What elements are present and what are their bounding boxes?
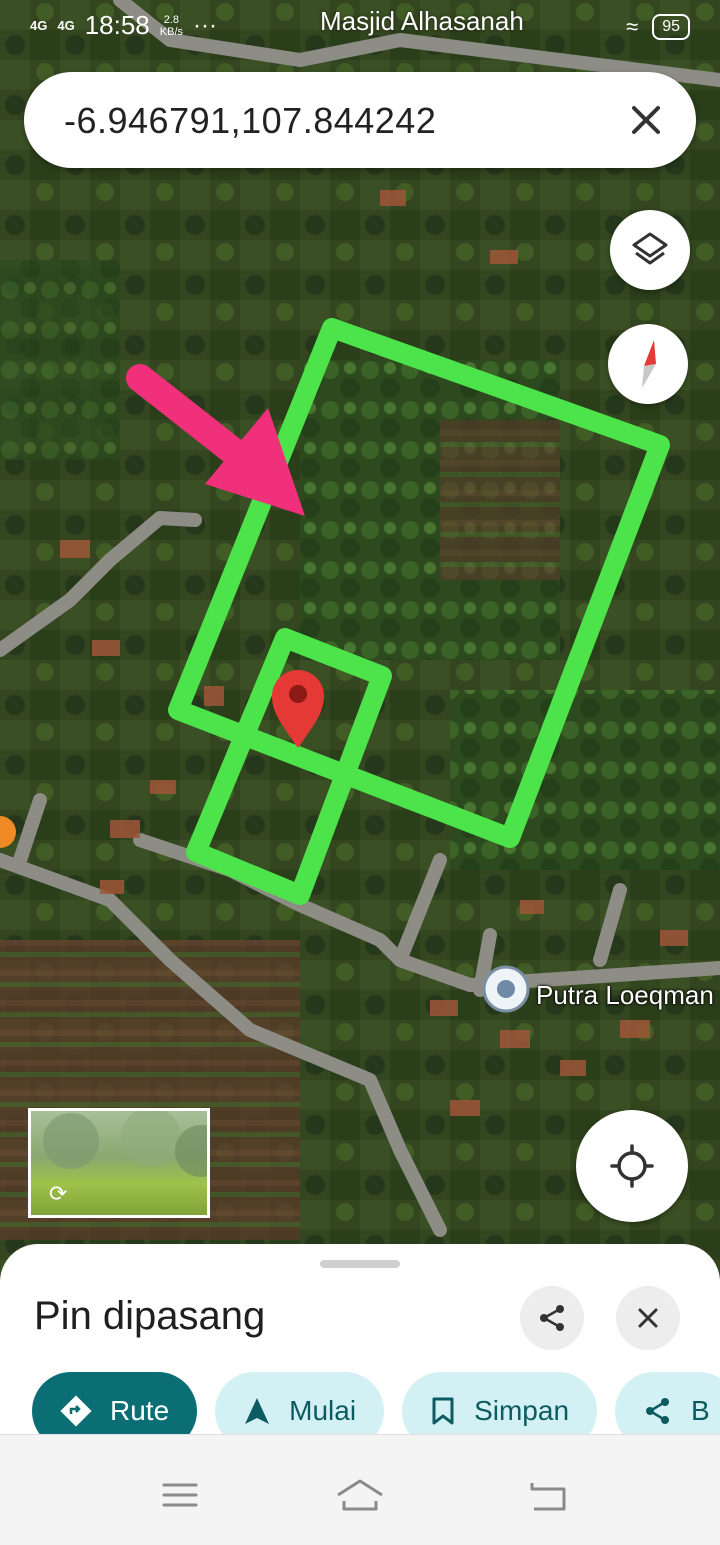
sheet-drag-handle[interactable] (320, 1260, 400, 1268)
save-label: Simpan (474, 1395, 570, 1426)
compass-icon (642, 340, 656, 388)
close-sheet-button[interactable] (616, 1286, 680, 1350)
rotate-360-icon: ⟳ (49, 1181, 68, 1206)
start-label: Mulai (289, 1395, 357, 1426)
status-time: 18:58 (84, 10, 150, 40)
close-icon (638, 1308, 658, 1328)
bookmark-icon (432, 1397, 454, 1425)
directions-icon (60, 1395, 92, 1427)
wifi-icon: ≈ (626, 14, 639, 39)
my-location-button[interactable] (576, 1110, 688, 1222)
menu-icon[interactable] (150, 1475, 210, 1515)
network-indicator-2: 4G (57, 18, 75, 33)
network-speed: 2.8 KB/s (159, 13, 183, 38)
compass-button[interactable] (608, 324, 688, 404)
place-title: Pin dipasang (34, 1294, 266, 1338)
clear-search-button[interactable] (624, 98, 668, 142)
place-marker-icon[interactable] (482, 965, 530, 1013)
place-label[interactable]: Putra Loeqman (536, 980, 714, 1011)
network-indicator-1: 4G (30, 18, 48, 33)
status-bar: 4G 4G 18:58 2.8 KB/s ··· Masjid Alhasana… (0, 0, 720, 56)
system-nav-bar (0, 1434, 720, 1545)
close-icon (632, 106, 660, 134)
directions-label: Rute (110, 1395, 170, 1426)
back-icon[interactable] (518, 1475, 578, 1515)
layers-button[interactable] (610, 210, 690, 290)
home-icon[interactable] (330, 1475, 390, 1515)
search-bar[interactable]: -6.946791,107.844242 (24, 72, 696, 168)
battery-indicator: 95 (652, 14, 690, 40)
street-view-thumbnail[interactable]: ⟳ (28, 1108, 210, 1218)
my-location-icon (610, 1144, 654, 1188)
layers-icon (632, 232, 668, 265)
share-icon (646, 1398, 670, 1424)
share-chip-label: B (691, 1395, 710, 1426)
navigation-arrow-icon (245, 1398, 270, 1424)
place-sheet: Pin dipasang Rute Mulai Simpan B (0, 1244, 720, 1450)
share-icon (540, 1305, 564, 1331)
status-more: ··· (193, 11, 217, 39)
search-input[interactable]: -6.946791,107.844242 (64, 100, 436, 142)
map-place-label: Masjid Alhasanah (320, 6, 524, 36)
share-button[interactable] (520, 1286, 584, 1350)
